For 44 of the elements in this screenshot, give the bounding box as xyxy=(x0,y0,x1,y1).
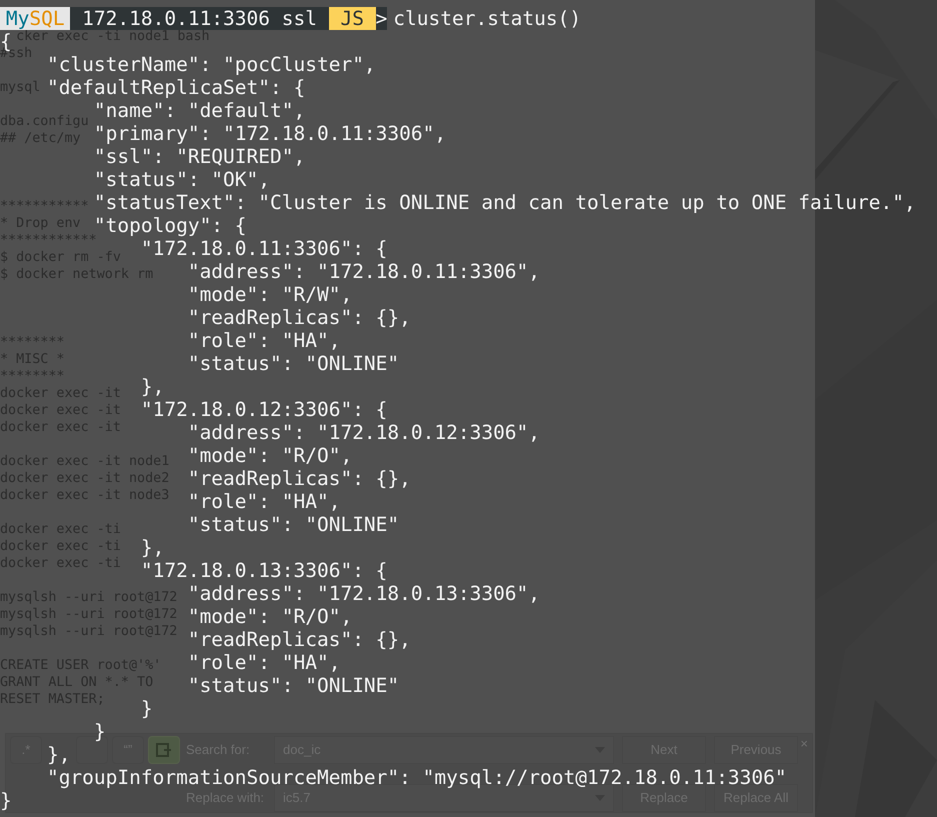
toggle-button[interactable]: “” xyxy=(112,736,144,764)
output-line: "address": "172.18.0.12:3306", xyxy=(188,421,540,444)
output-line: "mode": "R/O", xyxy=(188,444,352,467)
output-line: "status": "ONLINE" xyxy=(188,513,400,536)
prompt-symbol: > xyxy=(376,7,388,30)
output-line: "name": "default", xyxy=(94,99,306,122)
mode-badge: JS xyxy=(328,7,376,30)
output-line: "readReplicas": {}, xyxy=(188,467,411,490)
output-line: "address": "172.18.0.11:3306", xyxy=(188,260,540,283)
output-line: "status": "ONLINE" xyxy=(188,352,400,375)
output-line: } xyxy=(94,720,106,743)
connection-badge: 172.18.0.11:3306 ssl xyxy=(70,7,329,30)
output-line: "readReplicas": {}, xyxy=(188,628,411,651)
output-line: "172.18.0.12:3306": { xyxy=(140,398,388,421)
output-line: "readReplicas": {}, xyxy=(188,306,411,329)
toggle-button[interactable]: .* xyxy=(10,736,42,764)
output-line: "defaultReplicaSet": { xyxy=(46,76,306,99)
output-line: "mode": "R/O", xyxy=(188,605,352,628)
output-line: "statusText": "Cluster is ONLINE and can tolerate up to ONE failure.", xyxy=(94,191,916,214)
output-line: } xyxy=(0,789,12,812)
output-line: "mode": "R/W", xyxy=(188,283,352,306)
product-badge: MySQL xyxy=(0,7,70,30)
output-line: "172.18.0.11:3306": { xyxy=(140,237,388,260)
output-line: "status": "ONLINE" xyxy=(188,674,400,697)
output-line: }, xyxy=(46,743,70,766)
output-line: }, xyxy=(140,375,164,398)
editor-line: ******** xyxy=(0,368,64,385)
close-button[interactable]: × xyxy=(800,734,808,754)
output-line: "clusterName": "pocCluster", xyxy=(46,53,376,76)
output-line: "role": "HA", xyxy=(188,651,340,674)
command-text: cluster.status() xyxy=(392,7,582,30)
selection-icon xyxy=(156,743,172,757)
output-line: } xyxy=(140,697,153,720)
output-line: "ssl": "REQUIRED", xyxy=(94,145,306,168)
output-line: "role": "HA", xyxy=(188,490,340,513)
output-line: "address": "172.18.0.13:3306", xyxy=(188,582,540,605)
output-line: "primary": "172.18.0.11:3306", xyxy=(94,122,446,145)
output-line: }, xyxy=(140,536,164,559)
output-line: "status": "OK", xyxy=(94,168,270,191)
output-line: "172.18.0.13:3306": { xyxy=(140,559,388,582)
output-line: "role": "HA", xyxy=(188,329,340,352)
editor-line: ******** xyxy=(0,334,64,351)
toggle-button[interactable] xyxy=(148,736,180,764)
editor-line: *********** xyxy=(0,198,89,215)
